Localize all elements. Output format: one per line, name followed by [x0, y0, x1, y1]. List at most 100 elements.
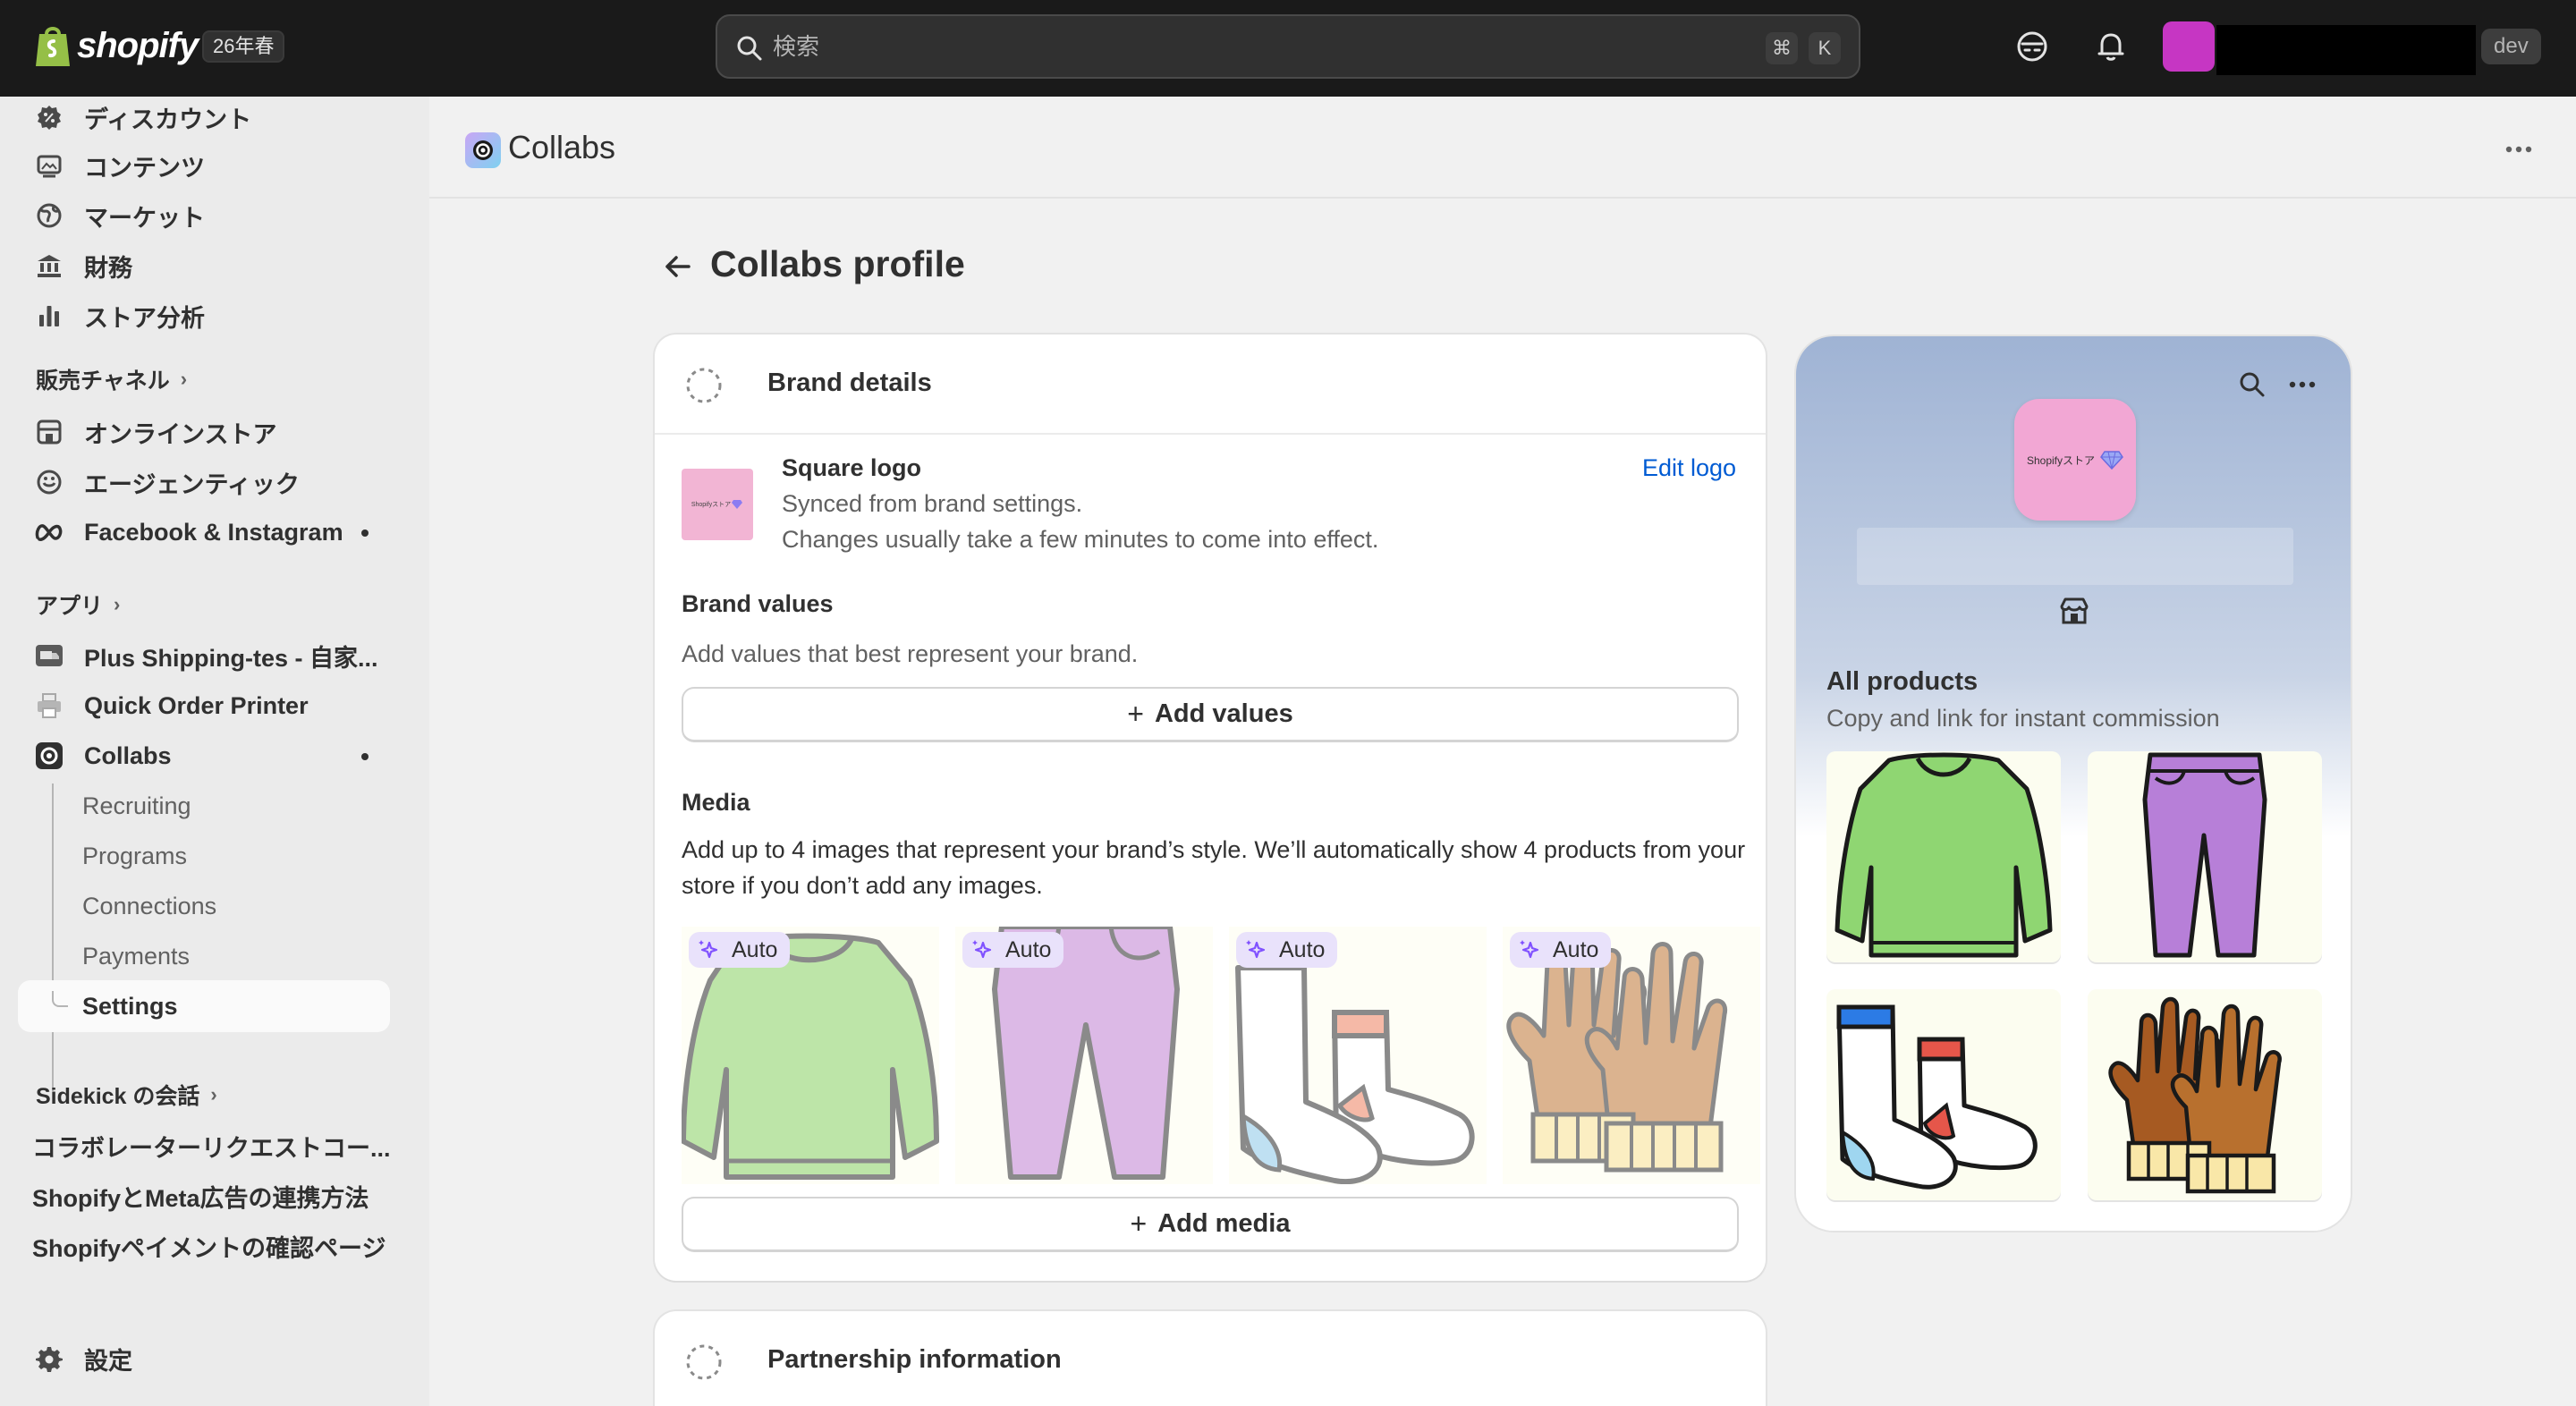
square-logo-label: Square logo [782, 454, 922, 481]
add-media-button[interactable]: + Add media [682, 1197, 1739, 1252]
collabs-icon [34, 741, 64, 771]
sidebar-item-plus-shipping[interactable]: Plus Shipping-tes - 自家... [18, 631, 390, 680]
gloves-image [2108, 996, 2282, 1194]
square-logo-help-1: Synced from brand settings. [782, 490, 1083, 517]
auto-badge: Auto [1236, 932, 1338, 968]
sidebar-item-agentic[interactable]: エージェンティック [18, 458, 390, 506]
sidebar-subitem-recruiting[interactable]: Recruiting [82, 792, 191, 820]
chevron-right-icon: › [114, 593, 121, 615]
search-input[interactable] [773, 16, 1578, 77]
sidebar-subitem-connections[interactable]: Connections [82, 893, 216, 920]
search-icon [2240, 372, 2265, 397]
sales-channels-heading[interactable]: 販売チャネル › [36, 363, 187, 395]
card-title: Partnership information [767, 1345, 1062, 1374]
more-actions-button[interactable] [2497, 134, 2540, 163]
diamond-icon [2100, 451, 2123, 470]
shipping-app-icon [34, 640, 64, 671]
tree-line [52, 783, 54, 1091]
sidebar-item-discounts[interactable]: ディスカウント [18, 93, 390, 141]
ellipsis-icon [2289, 381, 2316, 388]
ellipsis-icon [2505, 146, 2532, 153]
preview-product-sweater [1826, 751, 2061, 962]
sidebar-item-quick-order-printer[interactable]: Quick Order Printer [18, 682, 390, 730]
search-bar[interactable]: ⌘ K [716, 14, 1860, 79]
shortcut-cmd-key: ⌘ [1766, 32, 1798, 64]
chevron-right-icon: › [180, 368, 188, 390]
brand-values-help: Add values that best represent your bran… [682, 640, 1139, 667]
media-tile-pants[interactable]: Auto [955, 927, 1213, 1184]
sidebar-item-content[interactable]: コンテンツ [18, 141, 390, 190]
sparkle-icon [1520, 940, 1539, 959]
sidebar-item-label: エージェンティック [84, 470, 300, 498]
search-icon [737, 36, 762, 61]
sidebar-item-collabs[interactable]: Collabs [18, 732, 390, 780]
shortcut-k-key: K [1809, 32, 1841, 64]
sidebar-subitem-programs[interactable]: Programs [82, 843, 187, 870]
profile-preview: Shopifyストア All products Copy and link fo… [1796, 336, 2351, 1231]
preview-brand-logo: Shopifyストア [2014, 399, 2136, 521]
square-logo-help-2: Changes usually take a few minutes to co… [782, 526, 1379, 553]
shopify-bag-icon [36, 27, 70, 66]
printer-icon [34, 690, 64, 721]
collabs-app-icon [465, 132, 501, 168]
sidebar-item-label: コンテンツ [84, 154, 205, 182]
shopify-logo[interactable]: shopify [34, 23, 199, 68]
partnership-information-card: Partnership information [655, 1311, 1766, 1406]
progress-circle-icon [686, 1344, 722, 1380]
sidebar-item-markets[interactable]: マーケット [18, 191, 390, 240]
apps-heading[interactable]: アプリ › [36, 589, 120, 621]
meta-icon [34, 517, 64, 547]
conversation-item[interactable]: Shopifyペイメントの確認ページ [32, 1229, 390, 1264]
sidebar-subitem-settings[interactable] [18, 980, 390, 1032]
notifications-bell-icon[interactable] [2093, 29, 2129, 64]
sparkle-icon [1246, 940, 1266, 959]
auto-badge: Auto [962, 932, 1064, 968]
gear-icon [34, 1343, 64, 1374]
sidebar-item-label: Collabs [84, 741, 172, 769]
sidebar-subitem-label: Settings [82, 993, 178, 1020]
conversation-item[interactable]: ShopifyとMeta広告の連携方法 [32, 1179, 390, 1214]
plus-icon: + [1130, 1207, 1148, 1240]
sidekick-conversations-heading[interactable]: Sidekick の会話 › [36, 1079, 217, 1111]
agentic-icon [34, 467, 64, 497]
sidebar-item-label: ディスカウント [84, 106, 252, 133]
edit-logo-link[interactable]: Edit logo [1642, 454, 1736, 482]
sparkle-icon [972, 940, 992, 959]
sidebar-item-online-store[interactable]: オンラインストア [18, 408, 390, 456]
media-tile-gloves[interactable]: Auto [1503, 927, 1760, 1184]
back-arrow-icon[interactable] [658, 249, 698, 284]
unread-dot [361, 529, 369, 537]
sidekick-icon[interactable] [2014, 29, 2050, 64]
store-avatar[interactable] [2163, 21, 2215, 72]
preview-product-socks [1826, 989, 2061, 1200]
sidebar-item-settings[interactable]: 設定 [18, 1334, 390, 1383]
sidebar-item-label: 財務 [84, 254, 132, 282]
auto-badge: Auto [689, 932, 791, 968]
plus-icon: + [1127, 698, 1144, 730]
sidebar-item-finance[interactable]: 財務 [18, 241, 390, 290]
pants-image [2142, 752, 2267, 958]
diamond-icon [732, 500, 743, 509]
edition-badge[interactable]: 26年春 [202, 30, 285, 63]
sidebar-item-label: 設定 [84, 1347, 132, 1375]
sidebar-subitem-payments[interactable]: Payments [82, 943, 190, 970]
conversation-item[interactable]: コラボレーターリクエストコー... [32, 1129, 390, 1164]
brand-values-label: Brand values [682, 590, 834, 617]
sparkle-icon [699, 940, 718, 959]
tree-elbow [52, 991, 68, 1007]
globe-icon [34, 200, 64, 231]
add-values-button[interactable]: + Add values [682, 687, 1739, 742]
media-tile-sweater[interactable]: Auto [682, 927, 939, 1184]
preview-section-subtitle: Copy and link for instant commission [1826, 705, 2220, 732]
sidebar-item-label: オンラインストア [84, 420, 277, 448]
app-header: Collabs [429, 97, 2576, 199]
preview-product-gloves [2088, 989, 2322, 1200]
sidebar-item-facebook-instagram[interactable]: Facebook & Instagram [18, 508, 390, 556]
store-name-redacted[interactable] [2216, 25, 2476, 75]
chevron-right-icon: › [210, 1083, 217, 1105]
sidebar-item-label: ストア分析 [84, 304, 205, 332]
brand-details-card: Brand details Shopifyストア Square logo Syn… [655, 335, 1766, 1281]
sidebar-item-analytics[interactable]: ストア分析 [18, 292, 390, 340]
media-tile-socks[interactable]: Auto [1229, 927, 1487, 1184]
preview-brand-name-placeholder [1857, 528, 2293, 585]
